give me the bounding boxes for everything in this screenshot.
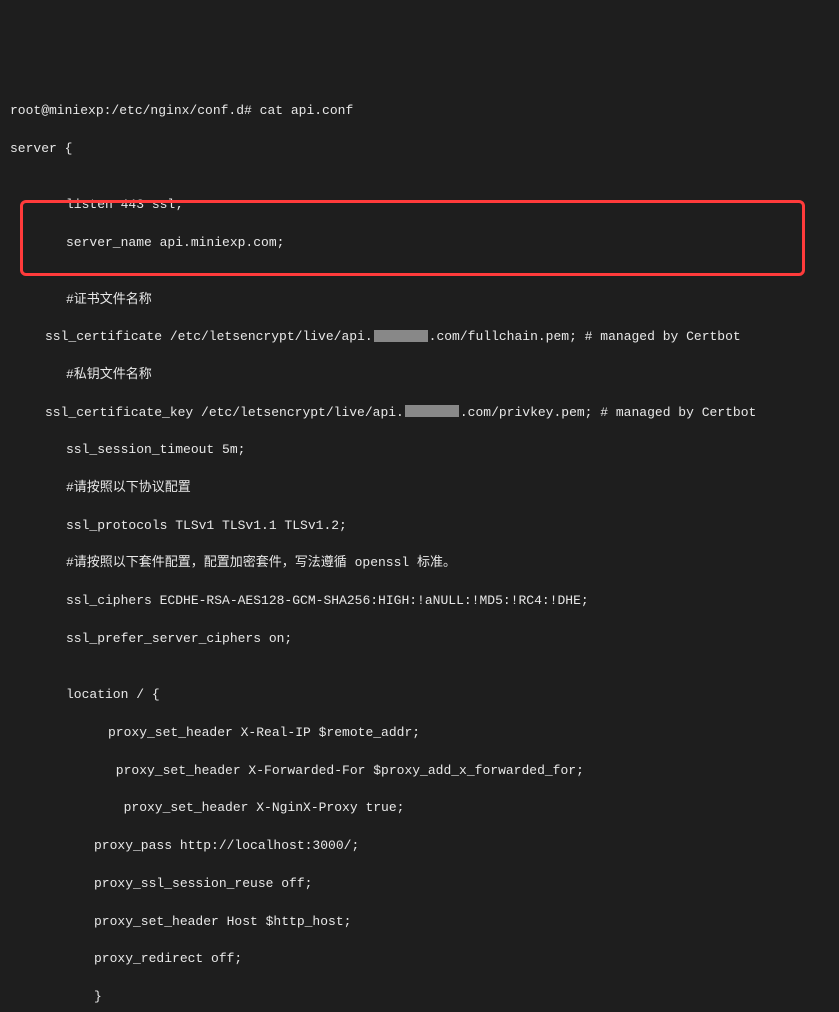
config-line: proxy_ssl_session_reuse off; (10, 875, 829, 894)
ssl-certificate-key-line: ssl_certificate_key /etc/letsencrypt/liv… (10, 404, 829, 423)
ssl-cert-prefix: ssl_certificate /etc/letsencrypt/live/ap… (45, 329, 373, 344)
config-line: ssl_protocols TLSv1 TLSv1.1 TLSv1.2; (10, 517, 829, 536)
config-line: #请按照以下协议配置 (10, 479, 829, 498)
config-line: proxy_set_header X-Forwarded-For $proxy_… (10, 762, 829, 781)
redacted-domain (405, 405, 459, 417)
ssl-key-prefix: ssl_certificate_key /etc/letsencrypt/liv… (45, 405, 404, 420)
terminal-output: root@miniexp:/etc/nginx/conf.d# cat api.… (10, 83, 829, 1012)
config-line: #私钥文件名称 (10, 366, 829, 385)
config-line: ssl_ciphers ECDHE-RSA-AES128-GCM-SHA256:… (10, 592, 829, 611)
config-line: #请按照以下套件配置，配置加密套件，写法遵循 openssl 标准。 (10, 554, 829, 573)
config-line: proxy_set_header Host $http_host; (10, 913, 829, 932)
config-line: proxy_redirect off; (10, 950, 829, 969)
ssl-key-suffix: .com/privkey.pem; # managed by Certbot (460, 405, 756, 420)
ssl-cert-suffix: .com/fullchain.pem; # managed by Certbot (429, 329, 741, 344)
config-line: server_name api.miniexp.com; (10, 234, 829, 253)
config-line: proxy_set_header X-Real-IP $remote_addr; (10, 724, 829, 743)
config-line: server { (10, 140, 829, 159)
config-line: ssl_prefer_server_ciphers on; (10, 630, 829, 649)
config-line: ssl_session_timeout 5m; (10, 441, 829, 460)
redacted-domain (374, 330, 428, 342)
config-line: listen 443 ssl; (10, 196, 829, 215)
config-line: } (10, 988, 829, 1007)
config-line: proxy_pass http://localhost:3000/; (10, 837, 829, 856)
config-line: proxy_set_header X-NginX-Proxy true; (10, 799, 829, 818)
config-line: location / { (10, 686, 829, 705)
config-line: #证书文件名称 (10, 291, 829, 310)
prompt-line: root@miniexp:/etc/nginx/conf.d# cat api.… (10, 102, 829, 121)
ssl-certificate-line: ssl_certificate /etc/letsencrypt/live/ap… (10, 328, 829, 347)
